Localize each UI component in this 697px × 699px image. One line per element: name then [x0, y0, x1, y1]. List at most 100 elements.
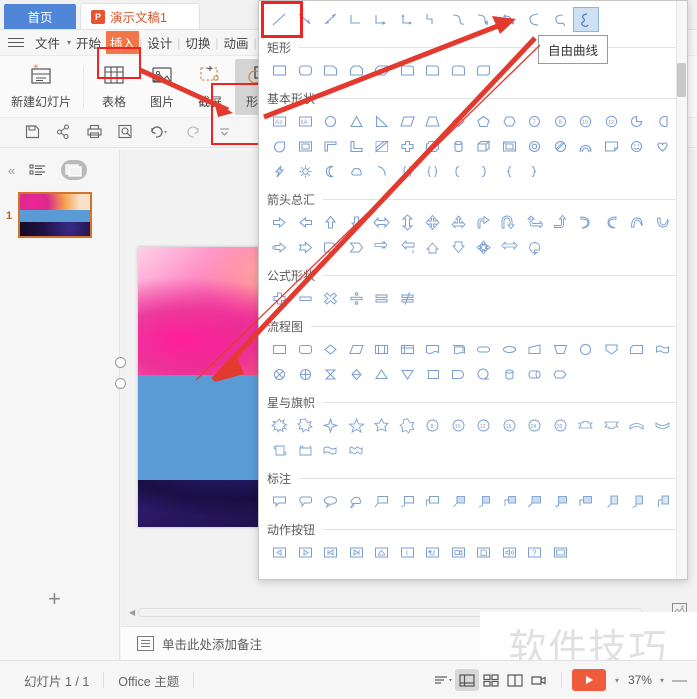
shape-round-single-corner[interactable] [420, 58, 446, 83]
shape-snip-round-single[interactable] [395, 58, 421, 83]
shape-diagonal-stripe[interactable] [369, 134, 395, 159]
shape-chevron[interactable] [344, 235, 370, 260]
shape-down-ribbon[interactable] [599, 413, 625, 438]
shape-quad-arrow[interactable] [420, 210, 446, 235]
shapes-dropdown-panel[interactable]: 矩形 基本形状 A≡ ‖A 7 8 10 12 箭头总汇 公式形状 流程图 星与… [258, 0, 688, 580]
menu-start[interactable]: 开始 [71, 31, 106, 54]
shape-up-down-arrow[interactable] [395, 210, 421, 235]
shape-curved-right-arrow[interactable] [573, 210, 599, 235]
shape-plaque[interactable] [420, 134, 446, 159]
flowchart-terminator[interactable] [471, 337, 497, 362]
shape-right-brace[interactable] [522, 159, 548, 184]
shape-not-equal[interactable] [395, 286, 421, 311]
scroll-left-icon[interactable]: ◀ [129, 608, 135, 617]
play-button[interactable] [571, 669, 606, 691]
shape-star-8-point[interactable]: 8 [420, 413, 446, 438]
shape-double-brace[interactable] [420, 159, 446, 184]
shape-left-up-arrow[interactable] [522, 210, 548, 235]
callout-line-2[interactable] [395, 489, 421, 514]
action-button-information[interactable]: i [395, 540, 421, 565]
action-button-help[interactable]: ? [522, 540, 548, 565]
flowchart-predefined-process[interactable] [369, 337, 395, 362]
shape-curve-double-arrow[interactable] [497, 7, 523, 32]
shape-star-4-point[interactable] [318, 413, 344, 438]
flowchart-preparation-oval[interactable] [497, 337, 523, 362]
action-button-sound[interactable] [497, 540, 523, 565]
flowchart-multidocument[interactable] [446, 337, 472, 362]
shape-curved-down-arrow[interactable] [650, 210, 676, 235]
shape-freeform-curve[interactable] [573, 7, 599, 32]
screenshot-button[interactable]: 截屏 [187, 59, 233, 115]
shape-trapezoid[interactable] [420, 109, 446, 134]
share-icon[interactable] [55, 123, 72, 143]
shape-decagon[interactable]: 10 [573, 109, 599, 134]
callout-accent-bar-1[interactable] [599, 489, 625, 514]
shape-u-turn-arrow[interactable] [497, 210, 523, 235]
shape-bent-arrow[interactable] [471, 210, 497, 235]
shape-curved-down-ribbon[interactable] [650, 413, 676, 438]
callout-rounded-rectangular[interactable] [293, 489, 319, 514]
callout-border-3[interactable] [573, 489, 599, 514]
shape-octagon[interactable]: 8 [548, 109, 574, 134]
shape-moon[interactable] [318, 159, 344, 184]
selection-handle-top[interactable] [115, 357, 126, 368]
table-button[interactable]: 表格 [91, 59, 137, 115]
shape-text-box[interactable]: A≡ [267, 109, 293, 134]
shape-left-arrow-callout[interactable] [395, 235, 421, 260]
flowchart-magnetic-disk[interactable] [497, 362, 523, 387]
print-preview-icon[interactable] [117, 123, 134, 143]
shape-rectangle[interactable] [267, 58, 293, 83]
shape-right-arrow[interactable] [267, 210, 293, 235]
shape-line-double-arrow[interactable] [318, 7, 344, 32]
action-button-home[interactable] [369, 540, 395, 565]
callout-accent-bar-3[interactable] [650, 489, 676, 514]
shape-explosion-1[interactable] [267, 413, 293, 438]
shape-lightning-bolt[interactable] [267, 159, 293, 184]
shape-parallelogram[interactable] [395, 109, 421, 134]
flowchart-manual-input[interactable] [522, 337, 548, 362]
flowchart-merge[interactable] [395, 362, 421, 387]
flowchart-sequential-access[interactable] [471, 362, 497, 387]
picture-button[interactable]: 图片 [139, 59, 185, 115]
action-button-custom[interactable] [548, 540, 574, 565]
reading-view-icon[interactable] [503, 669, 527, 691]
shape-left-bracket[interactable] [446, 159, 472, 184]
action-button-beginning[interactable] [318, 540, 344, 565]
shape-heptagon[interactable]: 7 [522, 109, 548, 134]
shape-sun[interactable] [293, 159, 319, 184]
scrollbar-thumb[interactable] [677, 63, 686, 97]
shape-star-24-point[interactable]: 24 [522, 413, 548, 438]
flowchart-offpage-connector[interactable] [599, 337, 625, 362]
shape-arc[interactable] [369, 159, 395, 184]
selection-handle-bottom[interactable] [115, 378, 126, 389]
shape-up-arrow[interactable] [318, 210, 344, 235]
shape-curved-up-ribbon[interactable] [624, 413, 650, 438]
shape-explosion-2[interactable] [293, 413, 319, 438]
flowchart-card[interactable] [624, 337, 650, 362]
shape-round-same-side[interactable] [446, 58, 472, 83]
outline-view-icon[interactable] [25, 160, 51, 180]
shape-equal[interactable] [369, 286, 395, 311]
shape-striped-right-arrow[interactable] [267, 235, 293, 260]
shape-divide[interactable] [344, 286, 370, 311]
shape-minus[interactable] [293, 286, 319, 311]
shape-cube[interactable] [471, 134, 497, 159]
shape-star-16-point[interactable]: 16 [497, 413, 523, 438]
shape-elbow-double-arrow[interactable] [395, 7, 421, 32]
shape-triangle[interactable] [344, 109, 370, 134]
flowchart-delay[interactable] [446, 362, 472, 387]
shape-left-right-arrow[interactable] [369, 210, 395, 235]
tab-home[interactable]: 首页 [4, 4, 76, 29]
flowchart-data[interactable] [344, 337, 370, 362]
flowchart-document[interactable] [420, 337, 446, 362]
action-button-forward[interactable] [293, 540, 319, 565]
shape-chord[interactable] [650, 109, 676, 134]
shape-circular-arrow[interactable] [522, 235, 548, 260]
callout-line-1[interactable] [369, 489, 395, 514]
action-button-end[interactable] [344, 540, 370, 565]
action-button-movie[interactable] [446, 540, 472, 565]
shape-diamond[interactable] [446, 109, 472, 134]
action-button-return[interactable] [420, 540, 446, 565]
shape-down-arrow-callout[interactable] [446, 235, 472, 260]
flowchart-or[interactable] [293, 362, 319, 387]
